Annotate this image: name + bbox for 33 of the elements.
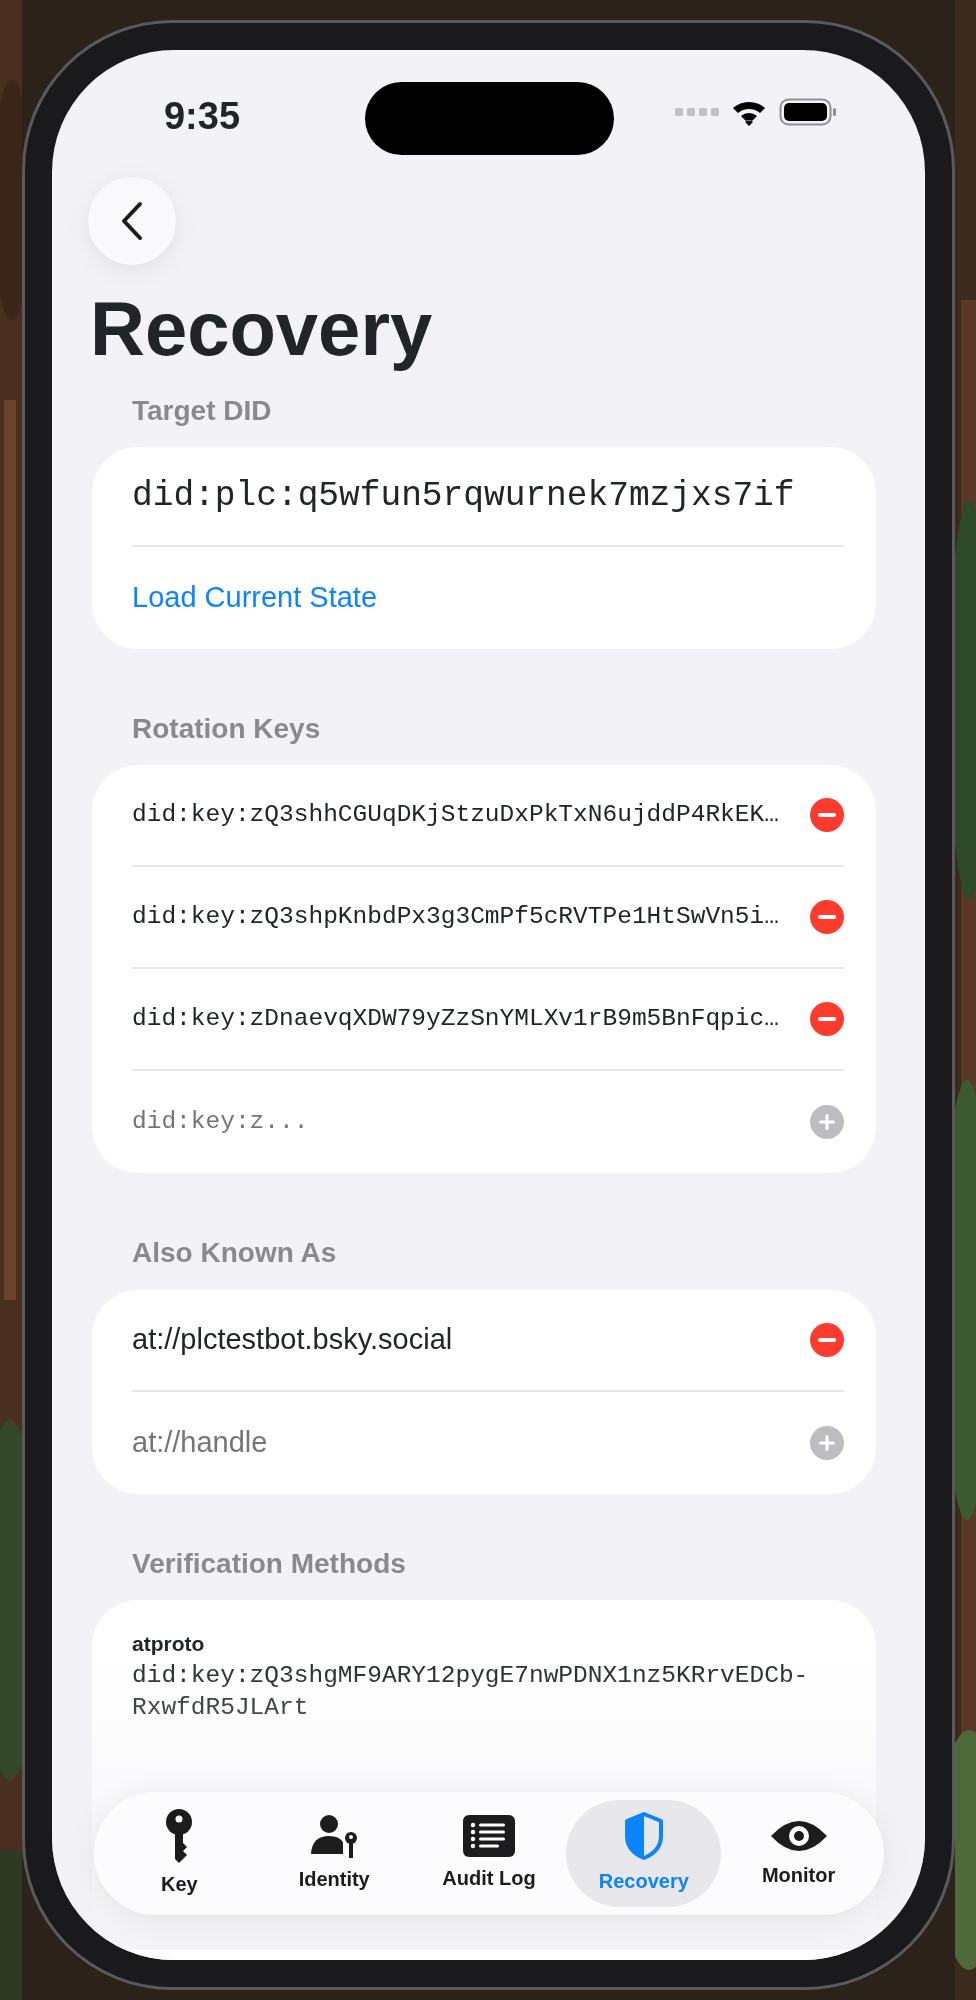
remove-icon: [810, 798, 844, 833]
person-key-icon: [309, 1813, 360, 1858]
chevron-left-icon: [120, 201, 144, 241]
signal-icon: [675, 107, 719, 117]
add-icon: [810, 1425, 844, 1460]
rotation-key: did:key:zQ3shhCGUqDKjStzuDxPkTxN6ujddP4RkEK…: [132, 797, 779, 834]
load-state-link[interactable]: Load Current State: [132, 576, 378, 620]
remove-icon: [810, 900, 844, 935]
add-icon: [810, 1105, 844, 1140]
rotation-key: did:key:zQ3shpKnbdPx3g3CmPf5cRVTPe1HtSwVn5i…: [132, 899, 779, 936]
rotation-key: did:key:zDnaevqXDW79yZzSnYMLXv1rB9m5BnFqpic…: [132, 1001, 779, 1038]
method-name: atproto: [132, 1631, 205, 1658]
key-input-field[interactable]: did:key:z...: [132, 1104, 732, 1141]
battery-icon: [779, 98, 837, 126]
shield-icon: [623, 1811, 664, 1860]
section-header: Also Known As: [132, 1236, 338, 1271]
section-header: Rotation Keys: [132, 712, 322, 746]
method-key: did:key:zQ3shgMF9ARY12pygE7nwPDNX1nz5KRrvEDCb-RxwfdR5JLArt: [132, 1659, 842, 1724]
list-icon: [463, 1814, 515, 1857]
key-icon: [164, 1808, 195, 1863]
handle-text: at://plctestbot.bsky.social: [132, 1322, 453, 1357]
section-header: Target DID: [132, 393, 273, 428]
tab[interactable]: Audit Log: [411, 1800, 567, 1907]
page-title: Recovery: [90, 287, 434, 371]
section-header: Verification Methods: [132, 1546, 407, 1581]
tab[interactable]: Identity: [256, 1800, 412, 1907]
tab[interactable]: Key: [102, 1800, 257, 1907]
did-value: did:plc:q5wfun5rqwurnek7mzjxs7if: [132, 475, 795, 518]
handle-input-field[interactable]: at://handle: [132, 1421, 732, 1465]
status-time: 9:35: [162, 94, 242, 139]
remove-icon: [810, 1322, 844, 1357]
tab[interactable]: Monitor: [721, 1800, 876, 1907]
remove-icon: [810, 1002, 844, 1037]
